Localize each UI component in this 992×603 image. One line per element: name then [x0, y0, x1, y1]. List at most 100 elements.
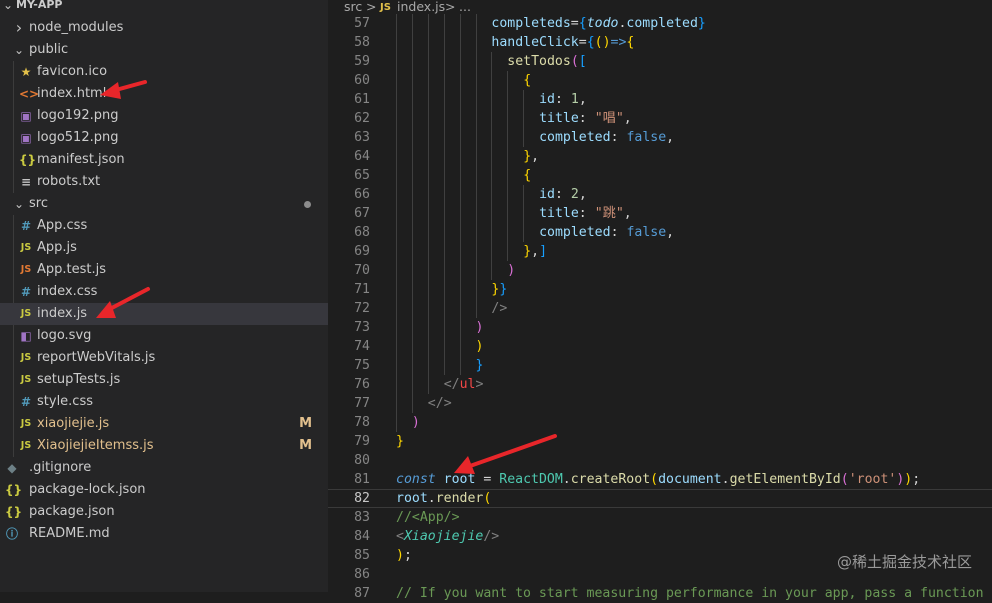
indent-guide	[475, 14, 477, 33]
code-line[interactable]: 87 // If you want to start measuring perf…	[328, 584, 992, 603]
file-name: .gitignore	[29, 460, 92, 475]
line-number: 85	[354, 548, 370, 563]
file-logo-svg[interactable]: ◧ logo.svg	[0, 325, 328, 347]
breadcrumb-file[interactable]: index.js	[397, 0, 445, 14]
indent-guide	[507, 128, 509, 147]
file-xiaojiejie-js[interactable]: JS xiaojiejie.js M	[0, 413, 328, 435]
indent-guide	[427, 223, 429, 242]
file-xiaojiejieitemss-js[interactable]: JS XiaojiejieItemss.js M	[0, 435, 328, 457]
code-line[interactable]: 65 {	[328, 166, 992, 185]
code-line[interactable]: 74)	[328, 337, 992, 356]
code-token: :	[610, 130, 627, 145]
file-manifest-json[interactable]: {} manifest.json	[0, 149, 328, 171]
indent-guide	[396, 318, 397, 337]
file-package-lock-json[interactable]: {} package-lock.json	[0, 479, 328, 501]
code-line[interactable]: 83 //<App/>	[328, 508, 992, 527]
file-app-css[interactable]: # App.css	[0, 215, 328, 237]
css-file-icon: #	[20, 219, 32, 233]
code-line[interactable]: 71}}	[328, 280, 992, 299]
indent-guide	[475, 33, 477, 52]
code-line[interactable]: 77 </>	[328, 394, 992, 413]
editor-pane: src > JS index.js > ... 57 completeds={to…	[328, 0, 992, 601]
file-app-test-js[interactable]: JS App.test.js	[0, 259, 328, 281]
indent-guide	[523, 90, 525, 109]
code-line[interactable]: 68 completed: false,	[328, 223, 992, 242]
code-token: todo	[586, 16, 619, 31]
indent-guide	[411, 394, 413, 413]
file-gitignore[interactable]: ◆ .gitignore	[0, 457, 328, 479]
file-name: favicon.ico	[37, 64, 108, 79]
indent-guide	[459, 337, 461, 356]
code-token: )	[411, 415, 420, 430]
file-name: logo512.png	[37, 130, 119, 145]
breadcrumb-symbol[interactable]: ...	[459, 0, 471, 14]
code-line[interactable]: 59 setTodos([	[328, 52, 992, 71]
breadcrumb-folder[interactable]: src	[344, 0, 362, 14]
indent-guide	[507, 223, 509, 242]
file-reportwebvitals-js[interactable]: JS reportWebVitals.js	[0, 347, 328, 369]
file-logo512-png[interactable]: ▣ logo512.png	[0, 127, 328, 149]
code-line[interactable]: 84 <Xiaojiejie/>	[328, 527, 992, 546]
file-package-json[interactable]: {} package.json	[0, 501, 328, 523]
file-index-css[interactable]: # index.css	[0, 281, 328, 303]
code-line[interactable]: 66 id: 2,	[328, 185, 992, 204]
code-line[interactable]: 78)	[328, 413, 992, 432]
indent-guide	[411, 242, 413, 261]
indent-guide	[411, 14, 413, 33]
code-line[interactable]: 70)	[328, 261, 992, 280]
code-line[interactable]: 73)	[328, 318, 992, 337]
indent-guide	[443, 261, 445, 280]
code-line[interactable]: 80	[328, 451, 992, 470]
folder-public[interactable]: ⌄ public	[0, 39, 328, 61]
file-logo192-png[interactable]: ▣ logo192.png	[0, 105, 328, 127]
folder-name: public	[29, 42, 69, 57]
code-line[interactable]: 64},	[328, 147, 992, 166]
code-token: document	[658, 472, 722, 487]
explorer-project-header[interactable]: ⌄ MY-APP	[0, 0, 328, 16]
file-favicon-ico[interactable]: ★ favicon.ico	[0, 61, 328, 83]
line-number: 76	[354, 377, 370, 392]
code-line[interactable]: 63 completed: false,	[328, 128, 992, 147]
indent-guide	[427, 185, 429, 204]
code-line[interactable]: 67 title: "跳",	[328, 204, 992, 223]
code-line[interactable]: 61 id: 1,	[328, 90, 992, 109]
explorer-sidebar: ⌄ MY-APP › node_modules ⌄ public ★ favicon.ic…	[0, 0, 328, 592]
folder-node-modules[interactable]: › node_modules	[0, 17, 328, 39]
code-token: [	[578, 54, 587, 69]
code-text: )	[476, 318, 484, 337]
file-readme-md[interactable]: ⓘ README.md	[0, 523, 328, 545]
code-line[interactable]: 72 />	[328, 299, 992, 318]
code-line[interactable]: 82 root.render(	[328, 489, 992, 508]
code-token: =>	[610, 35, 627, 50]
file-index-js[interactable]: JS index.js	[0, 303, 328, 325]
indent-guide	[443, 128, 445, 147]
indent-guide	[491, 52, 493, 71]
indent-guide	[411, 185, 413, 204]
code-token: }	[475, 358, 484, 373]
file-robots-txt[interactable]: ≡ robots.txt	[0, 171, 328, 193]
line-number: 69	[354, 244, 370, 259]
code-line[interactable]: 62 title: "唱",	[328, 109, 992, 128]
code-line[interactable]: 75}	[328, 356, 992, 375]
code-line[interactable]: 69},]	[328, 242, 992, 261]
code-line[interactable]: 81 const root = ReactDOM.createRoot(docum…	[328, 470, 992, 489]
indent-guide	[396, 71, 397, 90]
file-style-css[interactable]: # style.css	[0, 391, 328, 413]
code-line[interactable]: 76 </ul>	[328, 375, 992, 394]
file-index-html[interactable]: <> index.html	[0, 83, 328, 105]
folder-src[interactable]: ⌄ src	[0, 193, 328, 215]
code-line[interactable]: 57 completeds={todo.completed}	[328, 14, 992, 33]
code-line[interactable]: 60 {	[328, 71, 992, 90]
code-text: )	[412, 413, 420, 432]
file-setuptests-js[interactable]: JS setupTests.js	[0, 369, 328, 391]
line-number: 65	[354, 168, 370, 183]
code-line[interactable]: 58 handleClick={()=>{	[328, 33, 992, 52]
line-number: 79	[354, 434, 370, 449]
indent-guide	[396, 109, 397, 128]
code-line[interactable]: 79}	[328, 432, 992, 451]
indent-guide	[427, 261, 429, 280]
code-token: 2	[570, 187, 579, 202]
indent-guide	[427, 71, 429, 90]
code-token: ,	[531, 244, 540, 259]
file-app-js[interactable]: JS App.js	[0, 237, 328, 259]
